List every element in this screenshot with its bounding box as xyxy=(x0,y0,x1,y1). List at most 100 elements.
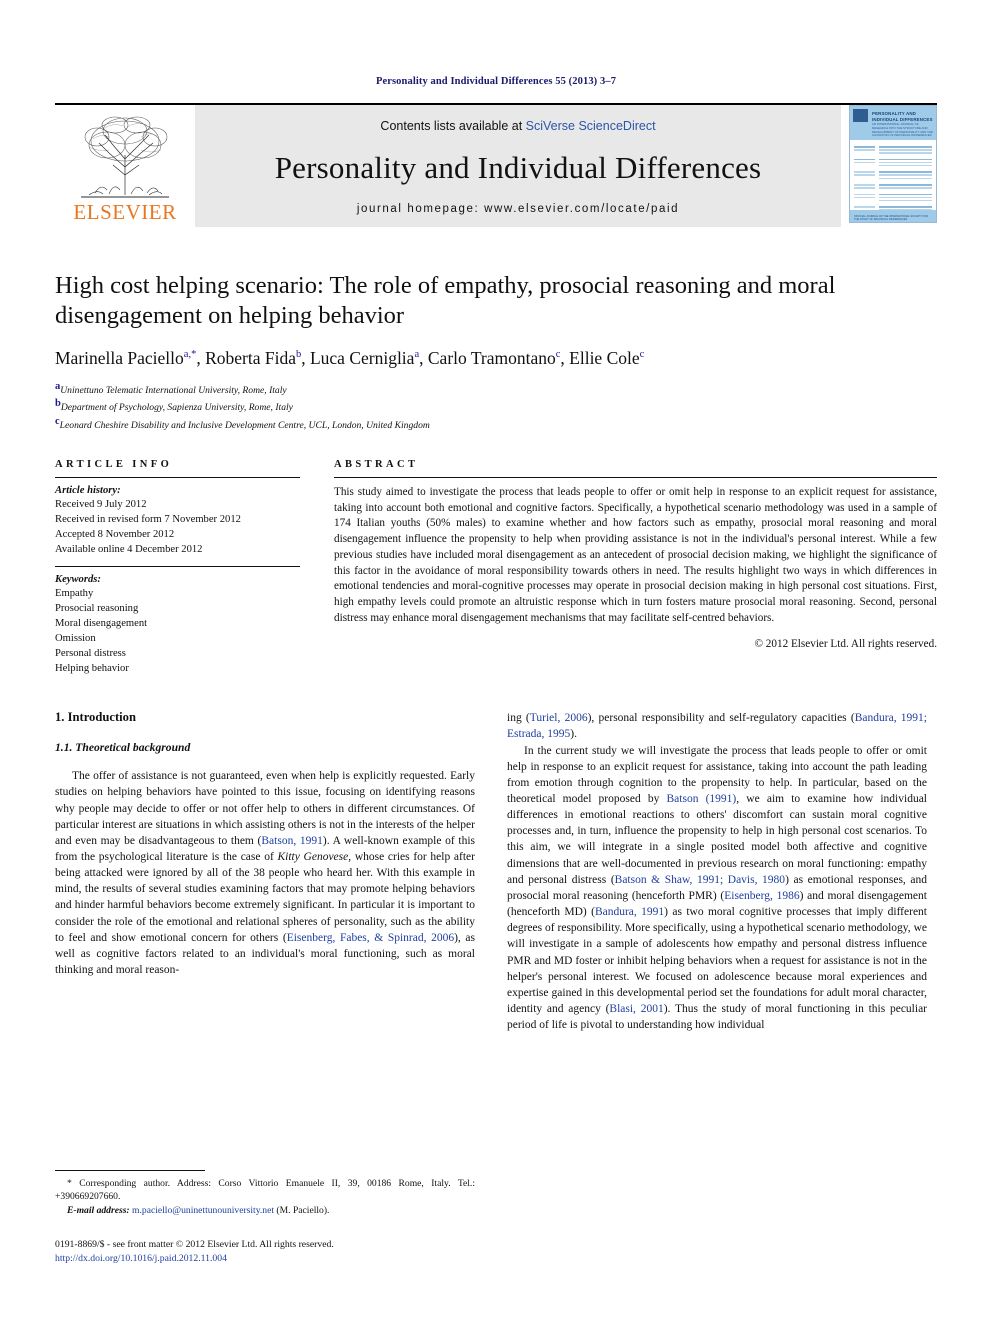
author[interactable]: Luca Cernigliaa xyxy=(310,348,419,368)
author-name: Roberta Fida xyxy=(205,347,296,368)
footnote-divider xyxy=(55,1170,205,1171)
abstract-column: ABSTRACT This study aimed to investigate… xyxy=(334,459,937,676)
masthead-center: Contents lists available at SciVerse Sci… xyxy=(195,105,841,227)
page-title: High cost helping scenario: The role of … xyxy=(55,272,836,329)
citation-link[interactable]: Eisenberg, 1986 xyxy=(724,890,799,902)
affiliation: cLeonard Cheshire Disability and Inclusi… xyxy=(55,415,937,433)
keyword: Prosocial reasoning xyxy=(55,603,139,615)
article-history-item: Accepted 8 November 2012 xyxy=(55,528,175,540)
citation-link[interactable]: Eisenberg, Fabes, & Spinrad, 2006 xyxy=(287,932,454,944)
keyword: Omission xyxy=(55,633,96,645)
affiliation-list: aUninettuno Telematic International Univ… xyxy=(55,380,937,433)
body-column-right: ing (Turiel, 2006), personal responsibil… xyxy=(507,710,927,1033)
author-affiliation-mark[interactable]: a,* xyxy=(184,349,197,360)
email-note: E-mail address: m.paciello@uninettunouni… xyxy=(55,1204,475,1217)
author[interactable]: Carlo Tramontanoc xyxy=(428,348,561,368)
info-abstract-region: ARTICLE INFO Article history: Received 9… xyxy=(55,459,937,676)
emphasis-text: Kitty Genovese xyxy=(277,850,349,863)
author-affiliation-mark[interactable]: c xyxy=(556,349,561,360)
sciencedirect-link[interactable]: SciVerse ScienceDirect xyxy=(526,119,656,133)
abstract-text: This study aimed to investigate the proc… xyxy=(334,485,937,624)
cover-contents-row xyxy=(854,184,932,190)
journal-cover-cell: PERSONALITY AND INDIVIDUAL DIFFERENCES A… xyxy=(841,105,937,227)
elsevier-wordmark: ELSEVIER xyxy=(73,200,177,224)
author-list: Marinella Pacielloa,*, Roberta Fidab, Lu… xyxy=(55,347,645,368)
article-page: Personality and Individual Differences 5… xyxy=(0,0,992,1323)
divider xyxy=(334,476,937,478)
email-owner: (M. Paciello). xyxy=(276,1204,330,1216)
author-affiliation-mark[interactable]: c xyxy=(640,349,645,360)
issn-copyright-line: 0191-8869/$ - see front matter © 2012 El… xyxy=(55,1239,334,1250)
article-history-item: Received 9 July 2012 xyxy=(55,498,147,510)
paragraph: ing (Turiel, 2006), personal responsibil… xyxy=(507,710,927,742)
abstract-heading: ABSTRACT xyxy=(334,458,419,470)
email-link[interactable]: m.paciello@uninettunouniversity.net xyxy=(132,1205,274,1216)
article-history-item: Received in revised form 7 November 2012 xyxy=(55,513,241,525)
author-affiliation-mark[interactable]: b xyxy=(296,349,301,360)
affiliation: bDepartment of Psychology, Sapienza Univ… xyxy=(55,397,937,415)
article-info-heading: ARTICLE INFO xyxy=(55,458,173,470)
author-name: Carlo Tramontano xyxy=(427,347,556,368)
text-run: , we aim to examine how individual diffe… xyxy=(507,792,927,886)
body-column-left: 1. Introduction 1.1. Theoretical backgro… xyxy=(55,710,475,1033)
article-history-label: Article history: xyxy=(55,484,121,496)
abstract-copyright: © 2012 Elsevier Ltd. All rights reserved… xyxy=(754,637,938,650)
footnote-area: * Corresponding author. Address: Corso V… xyxy=(55,1170,475,1217)
text-run: , whose cries for help after being attac… xyxy=(55,850,475,944)
cover-contents-list xyxy=(854,146,932,221)
cover-contents-row xyxy=(854,193,932,203)
contents-available-line: Contents lists available at SciVerse Sci… xyxy=(380,119,655,133)
running-head: Personality and Individual Differences 5… xyxy=(375,76,617,87)
author-affiliation-mark[interactable]: a xyxy=(414,349,419,360)
text-run: ) as two moral cognitive processes that … xyxy=(507,906,927,1016)
elsevier-logo: ELSEVIER xyxy=(55,105,195,227)
cover-society-logo-icon xyxy=(853,109,868,122)
journal-cover-thumbnail[interactable]: PERSONALITY AND INDIVIDUAL DIFFERENCES A… xyxy=(849,105,937,223)
keyword: Empathy xyxy=(55,588,94,600)
title-block: High cost helping scenario: The role of … xyxy=(55,271,937,433)
author-name: Marinella Paciello xyxy=(55,347,184,368)
cover-title: PERSONALITY AND INDIVIDUAL DIFFERENCES xyxy=(872,111,933,122)
citation-link[interactable]: Batson & Shaw, 1991; Davis, 1980 xyxy=(615,874,785,886)
subsection-heading-theoretical-background: 1.1. Theoretical background xyxy=(55,741,191,755)
section-heading-introduction: 1. Introduction xyxy=(55,710,136,725)
author[interactable]: Marinella Pacielloa,* xyxy=(55,348,196,368)
cover-contents-row xyxy=(854,146,932,155)
text-run: ), personal responsibility and self-regu… xyxy=(587,712,855,725)
citation-link[interactable]: Batson, 1991 xyxy=(261,835,322,847)
journal-title: Personality and Individual Differences xyxy=(274,150,762,185)
citation-link[interactable]: Batson (1991) xyxy=(667,793,737,805)
paragraph: In the current study we will investigate… xyxy=(507,743,927,1034)
article-info-column: ARTICLE INFO Article history: Received 9… xyxy=(55,459,300,676)
doi-link[interactable]: http://dx.doi.org/10.1016/j.paid.2012.11… xyxy=(55,1252,485,1266)
citation-link[interactable]: Bandura, 1991 xyxy=(595,906,664,918)
keyword: Moral disengagement xyxy=(55,618,148,630)
body-columns: 1. Introduction 1.1. Theoretical backgro… xyxy=(55,710,937,1033)
citation-link[interactable]: Blasi, 2001 xyxy=(609,1003,663,1015)
paragraph: The offer of assistance is not guarantee… xyxy=(55,768,475,978)
affiliation-text: Department of Psychology, Sapienza Unive… xyxy=(60,402,293,414)
cover-contents-row xyxy=(854,158,932,168)
affiliation: aUninettuno Telematic International Univ… xyxy=(55,380,937,398)
affiliation-text: Uninettuno Telematic International Unive… xyxy=(60,384,287,396)
journal-homepage-link[interactable]: journal homepage: www.elsevier.com/locat… xyxy=(357,203,679,215)
email-label: E-mail address: xyxy=(67,1204,130,1216)
contents-prefix: Contents lists available at xyxy=(380,119,526,133)
keyword: Personal distress xyxy=(55,648,126,660)
journal-masthead: ELSEVIER Contents lists available at Sci… xyxy=(55,103,937,227)
affiliation-text: Leonard Cheshire Disability and Inclusiv… xyxy=(59,420,430,432)
corresponding-author-note: * Corresponding author. Address: Corso V… xyxy=(55,1178,475,1203)
divider xyxy=(55,476,300,478)
author-name: Luca Cerniglia xyxy=(309,347,415,368)
cover-contents-row xyxy=(854,171,932,180)
cover-subtitle: AN INTERNATIONAL JOURNAL OF RESEARCH INT… xyxy=(872,122,933,138)
text-run: ). xyxy=(570,728,577,741)
article-history-item: Available online 4 December 2012 xyxy=(55,543,203,555)
citation-link[interactable]: Turiel, 2006 xyxy=(530,712,588,724)
author[interactable]: Ellie Colec xyxy=(569,348,644,368)
keywords-label: Keywords: xyxy=(55,574,101,586)
keyword: Helping behavior xyxy=(55,663,129,675)
author[interactable]: Roberta Fidab xyxy=(205,348,301,368)
elsevier-tree-icon xyxy=(69,109,181,201)
author-name: Ellie Cole xyxy=(569,347,640,368)
